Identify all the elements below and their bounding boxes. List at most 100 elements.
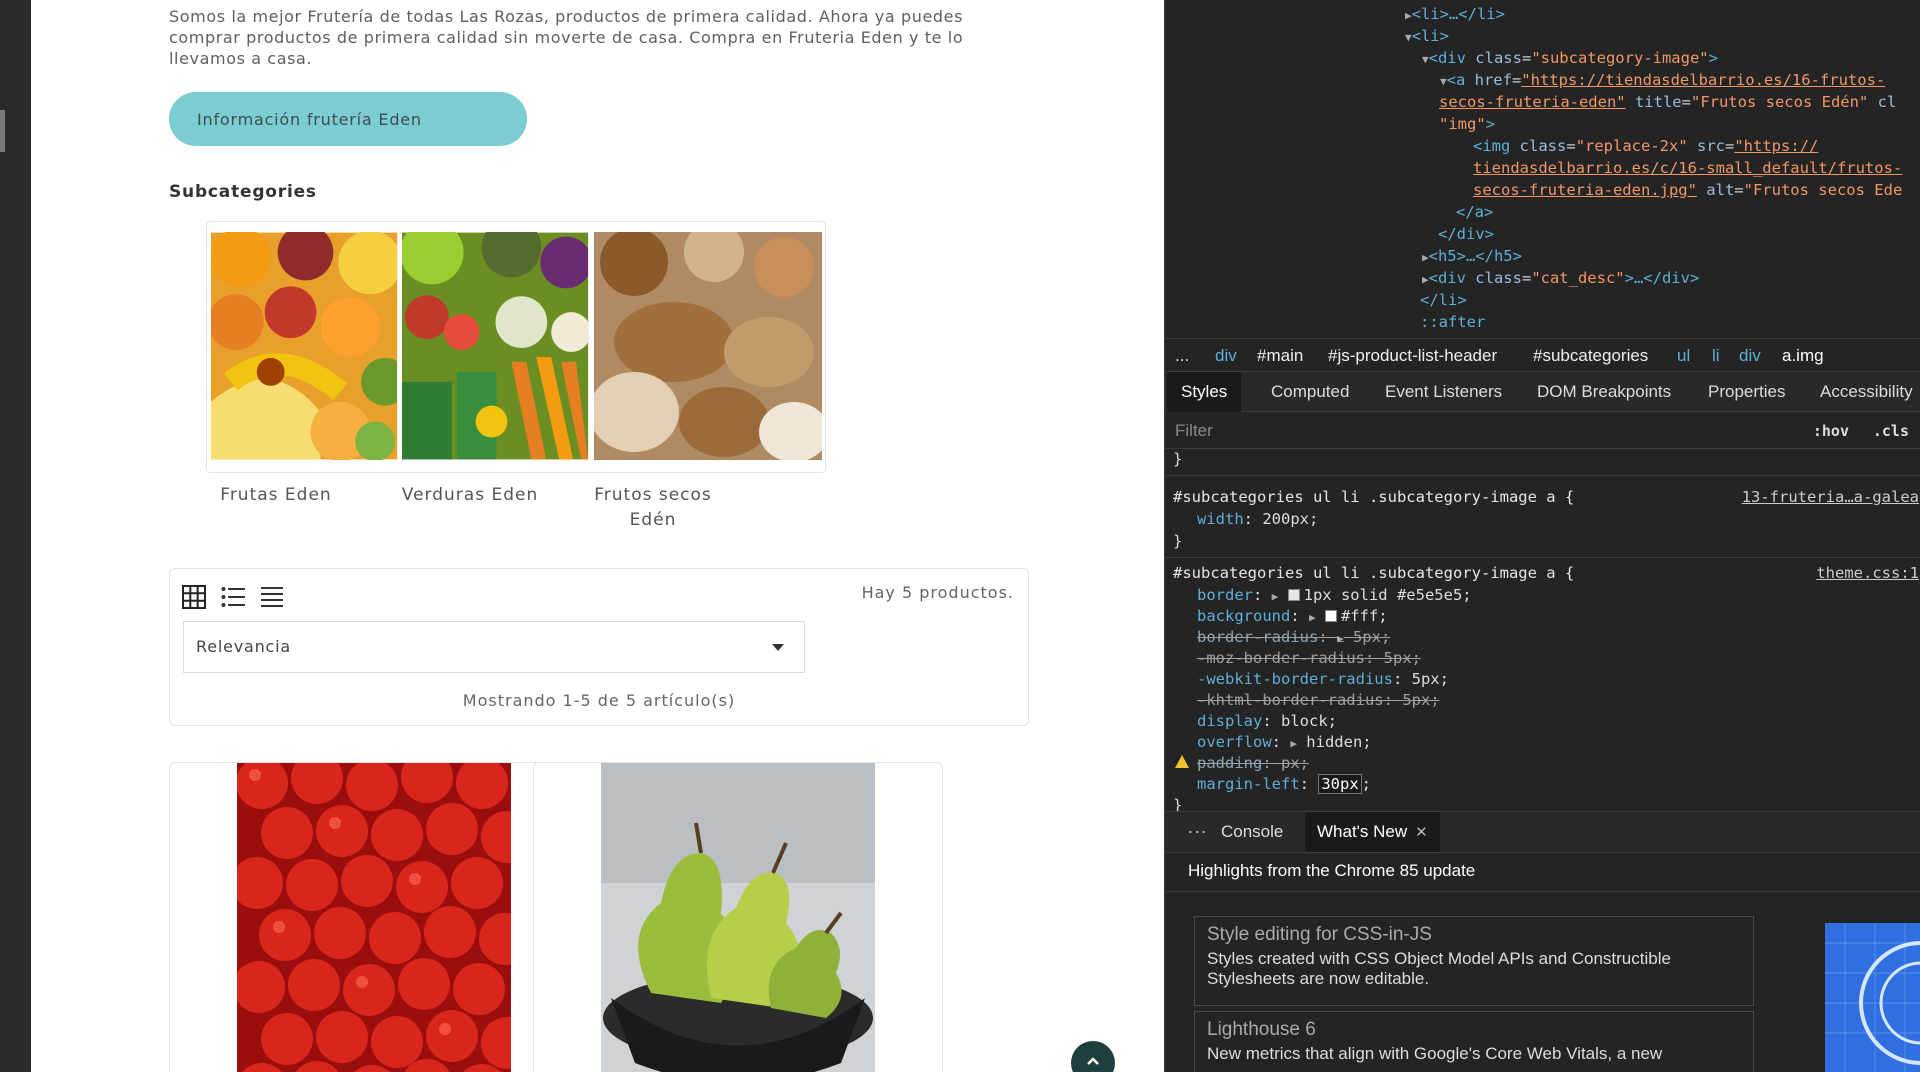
breadcrumb-item[interactable]: #js-product-list-header: [1328, 346, 1497, 366]
style-declaration-overridden[interactable]: -khtml-border-radius: 5px;: [1197, 690, 1440, 710]
breadcrumb-item[interactable]: ...: [1175, 346, 1189, 366]
style-declaration[interactable]: -webkit-border-radius: 5px;: [1197, 669, 1449, 689]
tab-styles[interactable]: Styles: [1167, 372, 1242, 412]
subcategory-label-verduras[interactable]: Verduras Eden: [370, 483, 570, 508]
sort-select-value: Relevancia: [196, 637, 291, 656]
dom-line[interactable]: ▶<h5>…</h5>: [1422, 246, 1522, 268]
product-image-pears[interactable]: [601, 763, 875, 1072]
whats-new-card[interactable]: Style editing for CSS-in-JS Styles creat…: [1194, 916, 1754, 1006]
tab-event-listeners[interactable]: Event Listeners: [1371, 372, 1516, 412]
dom-line[interactable]: secos-fruteria-eden" title="Frutos secos…: [1439, 92, 1896, 112]
whats-new-thumbnail[interactable]: [1825, 923, 1920, 1072]
dom-tree[interactable]: ▶<li>…</li> ▼<li> ▼<div class="subcatego…: [1165, 0, 1920, 338]
expand-triangle-icon[interactable]: ▶: [1309, 611, 1316, 624]
showing-count: Mostrando 1-5 de 5 artículo(s): [462, 691, 736, 710]
expand-triangle-icon[interactable]: ▶: [1290, 737, 1297, 750]
dom-line[interactable]: ▶<li>…</li>: [1405, 4, 1505, 26]
breadcrumb-item[interactable]: a.img: [1782, 346, 1824, 366]
breadcrumb: ... div #main #js-product-list-header #s…: [1165, 338, 1920, 372]
info-button[interactable]: Información frutería Eden: [169, 92, 527, 146]
scroll-to-top-button[interactable]: [1071, 1041, 1115, 1072]
hov-toggle[interactable]: :hov: [1813, 422, 1849, 440]
breadcrumb-item[interactable]: div: [1739, 346, 1761, 366]
dom-line[interactable]: secos-fruteria-eden.jpg" alt="Frutos sec…: [1473, 180, 1902, 200]
collapse-triangle-icon[interactable]: ▼: [1422, 53, 1429, 66]
dom-line[interactable]: ▼<li>: [1405, 26, 1449, 48]
dom-line[interactable]: ▶<div class="cat_desc">…</div>: [1422, 268, 1699, 290]
product-image-tomatoes[interactable]: [237, 763, 511, 1072]
expand-triangle-icon[interactable]: ▶: [1272, 590, 1279, 603]
expand-triangle-icon[interactable]: ▶: [1337, 632, 1344, 645]
drawer-tab-console[interactable]: Console: [1209, 812, 1295, 852]
rule-source-link[interactable]: 13-fruteria…a-galea: [1742, 487, 1919, 507]
subcategory-image-frutos-secos[interactable]: [594, 232, 822, 460]
breadcrumb-item[interactable]: ul: [1677, 346, 1690, 366]
style-declaration-overridden[interactable]: -moz-border-radius: 5px;: [1197, 648, 1421, 668]
rule-selector[interactable]: #subcategories ul li .subcategory-image …: [1173, 563, 1574, 583]
rule-selector[interactable]: #subcategories ul li .subcategory-image …: [1173, 487, 1574, 507]
product-card[interactable]: [169, 762, 579, 1072]
style-declaration[interactable]: margin-left: 30px;: [1197, 774, 1371, 794]
dom-line[interactable]: </a>: [1456, 202, 1493, 222]
breadcrumb-item[interactable]: li: [1712, 346, 1720, 366]
collapse-triangle-icon[interactable]: ▼: [1405, 31, 1412, 44]
close-icon[interactable]: ✕: [1415, 824, 1428, 841]
expand-triangle-icon[interactable]: ▶: [1405, 9, 1412, 22]
color-swatch[interactable]: [1324, 610, 1337, 622]
style-value-editor[interactable]: 30px: [1318, 774, 1362, 794]
styles-filter-bar: :hov .cls: [1165, 413, 1920, 449]
subcategory-label-frutos-secos[interactable]: Frutos secos Edén: [583, 483, 723, 533]
tab-dom-breakpoints[interactable]: DOM Breakpoints: [1523, 372, 1685, 412]
dom-line[interactable]: "img">: [1439, 114, 1495, 134]
intro-text: Somos la mejor Frutería de todas Las Roz…: [169, 7, 964, 68]
thumbnail-graphic: [1825, 923, 1920, 1072]
table-view-icon[interactable]: [260, 585, 284, 609]
sort-select[interactable]: Relevancia: [183, 621, 805, 673]
dom-line[interactable]: ▼<a href="https://tiendasdelbarrio.es/16…: [1440, 70, 1885, 92]
rule-divider: [1165, 557, 1920, 558]
dom-line[interactable]: <img class="replace-2x" src="https://: [1473, 136, 1818, 156]
dom-line[interactable]: </li>: [1420, 290, 1467, 310]
rule-source-link[interactable]: theme.css:1: [1816, 563, 1919, 583]
subcategory-image-frutas[interactable]: [211, 232, 398, 460]
dom-line[interactable]: ::after: [1420, 312, 1485, 332]
dom-line[interactable]: tiendasdelbarrio.es/c/16-small_default/f…: [1473, 158, 1902, 178]
window-edge-tab[interactable]: [0, 110, 5, 152]
subcategory-label-frutas[interactable]: Frutas Eden: [181, 483, 371, 508]
styles-filter-input[interactable]: [1175, 418, 1855, 444]
list-view-icon[interactable]: [221, 585, 245, 609]
style-declaration-invalid[interactable]: padding: px;: [1197, 753, 1309, 773]
color-swatch[interactable]: [1287, 589, 1300, 601]
whats-new-card[interactable]: Lighthouse 6 New metrics that align with…: [1194, 1011, 1754, 1072]
website-pane: Somos la mejor Frutería de todas Las Roz…: [31, 0, 1164, 1072]
expand-triangle-icon[interactable]: ▶: [1422, 273, 1429, 286]
style-declaration[interactable]: width: 200px;: [1197, 509, 1318, 529]
style-declaration-overridden[interactable]: border-radius: ▶ 5px;: [1197, 627, 1390, 649]
subcategory-image-verduras[interactable]: [402, 232, 589, 460]
style-declaration[interactable]: background: ▶ #fff;: [1197, 606, 1388, 628]
breadcrumb-item[interactable]: div: [1215, 346, 1237, 366]
window-edge: [0, 0, 31, 1072]
tab-properties[interactable]: Properties: [1694, 372, 1799, 412]
breadcrumb-item[interactable]: #subcategories: [1533, 346, 1648, 366]
tab-computed[interactable]: Computed: [1257, 372, 1363, 412]
dom-line[interactable]: </div>: [1438, 224, 1494, 244]
warning-icon: [1175, 755, 1189, 768]
chevron-up-icon: [1087, 1057, 1099, 1065]
style-declaration[interactable]: overflow: ▶ hidden;: [1197, 732, 1372, 754]
devtools-panel: ▶<li>…</li> ▼<li> ▼<div class="subcatego…: [1164, 0, 1920, 1072]
collapse-triangle-icon[interactable]: ▼: [1440, 75, 1447, 88]
product-card[interactable]: [533, 762, 943, 1072]
style-declaration[interactable]: display: block;: [1197, 711, 1337, 731]
drawer-tab-whats-new[interactable]: What's New ✕: [1305, 812, 1440, 852]
grid-view-icon[interactable]: [182, 585, 206, 609]
style-declaration[interactable]: border: ▶ 1px solid #e5e5e5;: [1197, 585, 1472, 607]
more-options-icon[interactable]: ⋮: [1186, 822, 1208, 842]
styles-pane[interactable]: } #subcategories ul li .subcategory-imag…: [1165, 449, 1920, 814]
tab-accessibility[interactable]: Accessibility: [1806, 372, 1920, 412]
cls-toggle[interactable]: .cls: [1873, 422, 1909, 440]
breadcrumb-item[interactable]: #main: [1257, 346, 1303, 366]
rule-divider: [1165, 475, 1920, 476]
dom-line[interactable]: ▼<div class="subcategory-image">: [1422, 48, 1718, 70]
expand-triangle-icon[interactable]: ▶: [1422, 251, 1429, 264]
